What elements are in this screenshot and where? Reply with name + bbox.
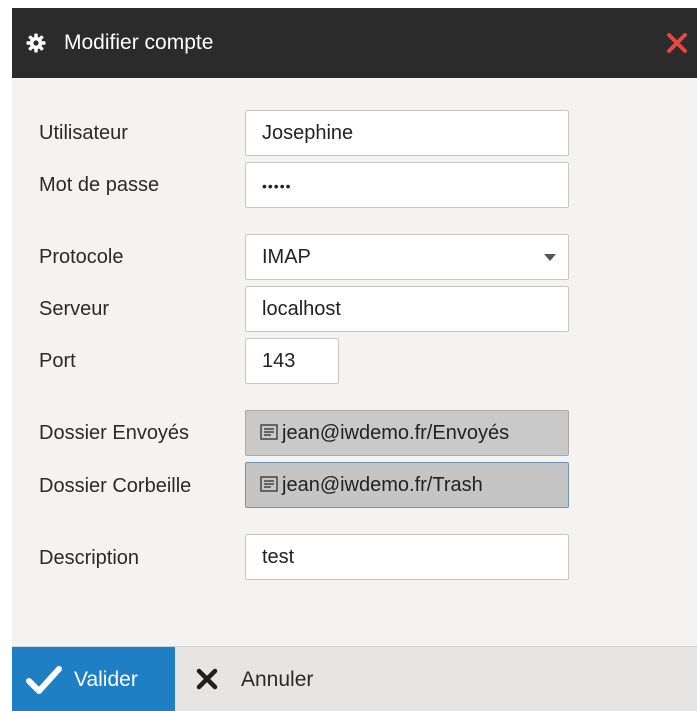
folder-list-icon xyxy=(260,424,278,440)
user-value: Josephine xyxy=(262,122,354,144)
server-value: localhost xyxy=(262,298,341,320)
description-label: Description xyxy=(39,547,140,569)
description-value: test xyxy=(262,546,295,568)
dialog-titlebar: Modifier compte xyxy=(12,8,697,78)
validate-button-label: Valider xyxy=(74,668,138,691)
close-icon[interactable] xyxy=(666,32,688,54)
server-label: Serveur xyxy=(39,298,110,320)
user-field[interactable]: Josephine xyxy=(245,110,569,156)
user-label: Utilisateur xyxy=(39,122,128,144)
chevron-down-icon xyxy=(544,254,556,261)
password-value: ••••• xyxy=(262,178,292,194)
protocol-value: IMAP xyxy=(262,246,311,268)
password-label: Mot de passe xyxy=(39,174,160,196)
server-field[interactable]: localhost xyxy=(245,286,569,332)
protocol-select[interactable]: IMAP xyxy=(245,234,569,280)
protocol-label: Protocole xyxy=(39,246,124,268)
edit-account-dialog: Modifier compte Utilisateur Josephine Mo… xyxy=(12,8,697,711)
cancel-button[interactable]: Annuler xyxy=(182,647,342,711)
dialog-title: Modifier compte xyxy=(64,31,214,54)
trash-folder-value: jean@iwdemo.fr/Trash xyxy=(282,474,483,496)
sent-folder-value: jean@iwdemo.fr/Envoyés xyxy=(282,422,510,444)
port-value: 143 xyxy=(262,350,296,372)
gear-icon xyxy=(26,33,46,53)
trash-folder-picker[interactable]: jean@iwdemo.fr/Trash xyxy=(245,462,569,508)
port-label: Port xyxy=(39,350,76,372)
validate-button[interactable]: Valider xyxy=(12,647,175,711)
cancel-button-label: Annuler xyxy=(241,668,314,691)
folder-list-icon xyxy=(260,476,278,492)
dialog-footer: Valider Annuler xyxy=(12,646,697,711)
description-field[interactable]: test xyxy=(245,534,569,580)
checkmark-icon xyxy=(26,666,62,694)
trash-folder-label: Dossier Corbeille xyxy=(39,475,192,497)
sent-folder-label: Dossier Envoyés xyxy=(39,422,190,444)
sent-folder-picker[interactable]: jean@iwdemo.fr/Envoyés xyxy=(245,410,569,456)
port-field[interactable]: 143 xyxy=(245,338,339,384)
close-icon xyxy=(196,668,218,690)
password-field[interactable]: ••••• xyxy=(245,162,569,208)
